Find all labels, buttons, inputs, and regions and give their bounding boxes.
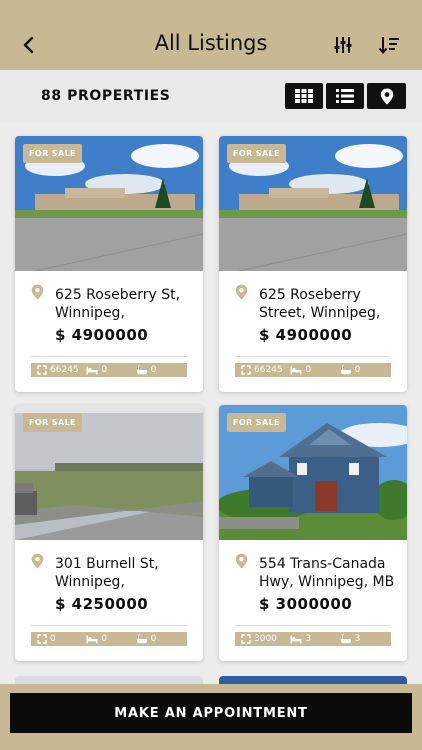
list-view-button[interactable]: [326, 83, 364, 109]
beds-stat: 0: [86, 634, 131, 644]
area-stat: 66245: [241, 365, 286, 375]
results-toolbar: 88 PROPERTIES: [0, 70, 422, 122]
bath-icon: [136, 634, 147, 644]
bed-icon: [86, 366, 98, 374]
bed-icon: [290, 366, 302, 374]
area-value: 66245: [50, 365, 79, 375]
make-appointment-button[interactable]: MAKE AN APPOINTMENT: [10, 693, 412, 733]
area-value: 3000: [254, 634, 277, 644]
bath-icon: [340, 634, 351, 644]
listing-price: $ 4900000: [259, 326, 353, 344]
map-view-button[interactable]: [367, 83, 406, 109]
listing-stats: 66245 0 0: [31, 363, 187, 377]
listing-price: $ 4900000: [55, 326, 149, 344]
app-screen: All Listings 88 PROPERTIES FOR SALE 625 …: [0, 0, 422, 750]
listing-address: 554 Trans-Canada Hwy, Winnipeg, MB: [259, 556, 395, 590]
listing-card[interactable]: FOR SALE 554 Trans-Canada Hwy, Winnipeg,…: [219, 405, 407, 661]
listing-stats: 66245 0 0: [235, 363, 391, 377]
area-icon: [37, 365, 47, 375]
listing-stats: 0 0 0: [31, 632, 187, 646]
baths-stat: 0: [340, 365, 385, 375]
listing-card[interactable]: FOR SALE 625 Roseberry St, Winnipeg, $ 4…: [15, 136, 203, 392]
beds-stat: 0: [290, 365, 335, 375]
bath-icon: [136, 365, 147, 375]
grid-icon: [295, 89, 313, 103]
area-stat: 66245: [37, 365, 82, 375]
baths-value: 3: [354, 634, 361, 644]
listing-photo[interactable]: FOR SALE: [15, 136, 203, 271]
divider: [31, 625, 187, 626]
baths-stat: 0: [136, 365, 181, 375]
for-sale-badge: FOR SALE: [23, 144, 82, 163]
for-sale-badge: FOR SALE: [227, 413, 286, 432]
list-icon: [336, 89, 354, 103]
area-icon: [37, 634, 47, 644]
location-pin-icon: [235, 284, 248, 300]
beds-value: 0: [101, 365, 108, 375]
map-pin-icon: [380, 88, 393, 104]
listing-address: 301 Burnell St, Winnipeg,: [55, 556, 159, 590]
bottom-action-bar: MAKE AN APPOINTMENT: [0, 684, 422, 750]
listing-stats: 3000 3 3: [235, 632, 391, 646]
listing-photo[interactable]: FOR SALE: [15, 405, 203, 540]
baths-value: 0: [354, 365, 361, 375]
bath-icon: [340, 365, 351, 375]
beds-value: 0: [101, 634, 108, 644]
area-icon: [241, 365, 251, 375]
divider: [235, 625, 391, 626]
beds-stat: 0: [86, 365, 131, 375]
for-sale-badge: FOR SALE: [227, 144, 286, 163]
beds-value: 3: [305, 634, 312, 644]
for-sale-badge: FOR SALE: [23, 413, 82, 432]
grid-view-button[interactable]: [285, 83, 323, 109]
baths-stat: 0: [136, 634, 181, 644]
bed-icon: [290, 635, 302, 643]
baths-value: 0: [150, 365, 157, 375]
listing-address: 625 Roseberry Street, Winnipeg,: [259, 287, 381, 321]
location-pin-icon: [235, 553, 248, 569]
listing-card[interactable]: FOR SALE 625 Roseberry Street, Winnipeg,…: [219, 136, 407, 392]
area-stat: 0: [37, 634, 82, 644]
divider: [31, 356, 187, 357]
listing-card[interactable]: FOR SALE 301 Burnell St, Winnipeg, $ 425…: [15, 405, 203, 661]
beds-stat: 3: [290, 634, 335, 644]
filter-sliders-icon[interactable]: [332, 34, 354, 56]
bed-icon: [86, 635, 98, 643]
sort-icon[interactable]: [377, 34, 401, 56]
listing-photo[interactable]: FOR SALE: [219, 136, 407, 271]
listing-price: $ 3000000: [259, 595, 353, 613]
divider: [235, 356, 391, 357]
baths-value: 0: [150, 634, 157, 644]
area-value: 0: [50, 634, 56, 644]
page-title: All Listings: [154, 31, 268, 55]
listing-photo[interactable]: FOR SALE: [219, 405, 407, 540]
area-icon: [241, 634, 251, 644]
properties-count: 88 PROPERTIES: [41, 88, 171, 104]
location-pin-icon: [31, 284, 44, 300]
listing-price: $ 4250000: [55, 595, 149, 613]
top-bar: All Listings: [0, 0, 422, 70]
baths-stat: 3: [340, 634, 385, 644]
area-value: 66245: [254, 365, 283, 375]
beds-value: 0: [305, 365, 312, 375]
area-stat: 3000: [241, 634, 286, 644]
location-pin-icon: [31, 553, 44, 569]
listing-address: 625 Roseberry St, Winnipeg,: [55, 287, 181, 321]
